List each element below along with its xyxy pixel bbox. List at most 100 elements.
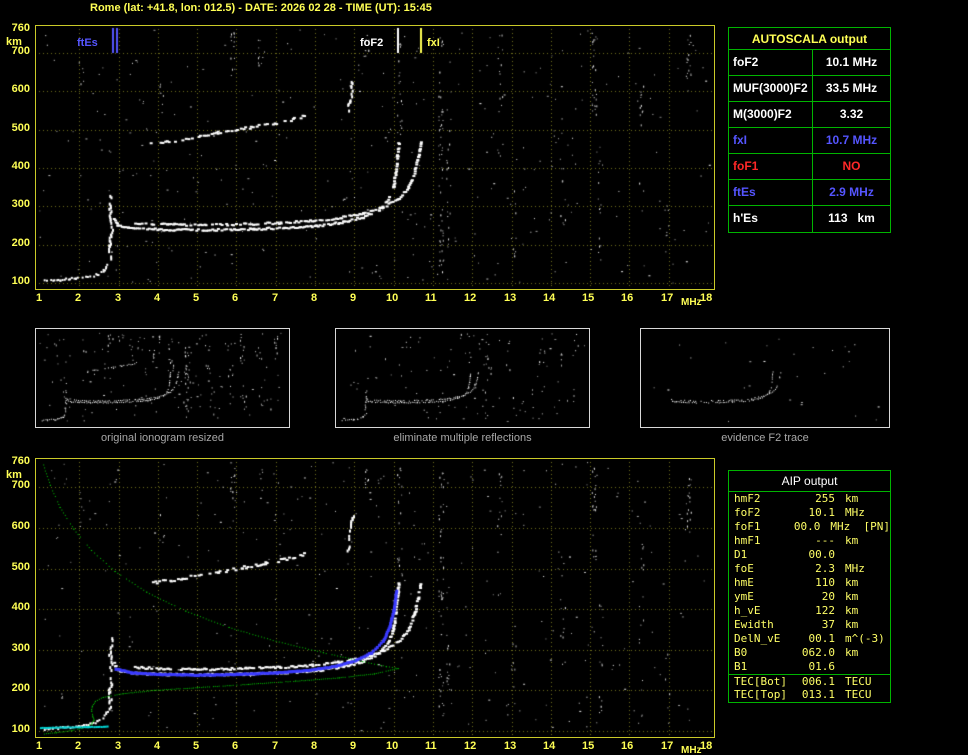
station-date-header: Rome (lat: +41.8, lon: 012.5) - DATE: 20…	[90, 2, 432, 14]
x-tick-label: 14	[543, 740, 556, 752]
aip-row-unit	[835, 548, 890, 562]
profile-plot	[35, 458, 715, 738]
aip-row-label: h_vE	[734, 604, 761, 617]
aip-row-unit: TECU	[845, 675, 872, 688]
aip-row-unit: km	[845, 618, 859, 631]
x-tick-label: 7	[272, 292, 279, 304]
y-tick-label: 100	[11, 275, 30, 287]
aip-row-tec-top: TEC[Top] 013.1 TECU	[729, 688, 890, 702]
aip-row-b0: B0 062.0 km	[729, 646, 890, 660]
thumbnail-f2-caption: evidence F2 trace	[721, 432, 809, 444]
x-tick-label: 13	[504, 740, 517, 752]
marker-label-fxi: fxI	[427, 37, 440, 49]
x-tick-label: 15	[582, 292, 595, 304]
autoscala-app-window: Rome (lat: +41.8, lon: 012.5) - DATE: 20…	[0, 0, 968, 755]
autoscala-row-fof1: foF1 NO	[729, 154, 890, 180]
aip-row-value: 00.0	[808, 548, 836, 561]
autoscala-row-value: 3.32	[839, 107, 864, 121]
aip-row-hmf1: hmF1 --- km	[729, 534, 890, 548]
x-tick-label: 9	[350, 740, 357, 752]
aip-row-label: foE	[734, 562, 754, 575]
aip-row-value: 013.1	[801, 688, 835, 701]
aip-row-hme: hmE 110 km	[729, 576, 890, 590]
aip-row-fof1: foF1 00.0 MHz [PN]	[729, 520, 890, 534]
autoscala-row-label: MUF(3000)F2	[729, 76, 813, 101]
x-tick-label: 10	[386, 740, 399, 752]
x-tick-label: 17	[661, 292, 674, 304]
aip-row-foe: foE 2.3 MHz	[729, 562, 890, 576]
x-tick-label: 1	[36, 292, 43, 304]
aip-row-value: 062.0	[801, 646, 835, 659]
aip-row-value: 006.1	[801, 675, 835, 688]
x-tick-label: 8	[311, 292, 318, 304]
autoscala-row-value: NO	[842, 159, 861, 173]
aip-row-value: 37	[821, 618, 835, 631]
x-tick-label: 12	[464, 292, 477, 304]
aip-row-label: DelN_vE	[734, 632, 781, 645]
aip-row-d1: D1 00.0	[729, 548, 890, 562]
aip-row-unit: km	[845, 590, 859, 603]
aip-row-value: 10.1	[808, 506, 836, 519]
aip-row-unit: km	[845, 534, 859, 547]
x-tick-label: 15	[582, 740, 595, 752]
x-tick-label: 18	[700, 292, 713, 304]
aip-row-label: hmF1	[734, 534, 761, 547]
aip-row-value: 00.1	[808, 632, 836, 645]
x-tick-label: 4	[154, 740, 161, 752]
aip-row-label: foF1	[734, 520, 761, 533]
x-tick-label: 3	[115, 292, 122, 304]
aip-row-unit: km	[845, 492, 859, 505]
autoscala-row-label: ftEs	[729, 180, 813, 205]
autoscala-row-value: 10.1 MHz	[825, 55, 878, 69]
aip-row-unit	[835, 660, 890, 674]
aip-row-label: hmE	[734, 576, 754, 589]
x-axis-unit-label: MHz	[681, 297, 702, 308]
autoscala-row-value: 2.9 MHz	[829, 185, 874, 199]
aip-row-unit: MHz [PN]	[830, 520, 890, 533]
aip-row-label: TEC[Bot]	[734, 675, 787, 688]
ionogram-main-plot	[35, 25, 715, 290]
x-tick-label: 4	[154, 292, 161, 304]
aip-row-hmf2: hmF2 255 km	[729, 492, 890, 506]
x-tick-label: 1	[36, 740, 43, 752]
x-tick-label: 8	[311, 740, 318, 752]
autoscala-row-m-3000-f2: M(3000)F2 3.32	[729, 102, 890, 128]
autoscala-row-label: foF1	[729, 154, 813, 179]
x-tick-label: 5	[193, 292, 200, 304]
ionogram-main-canvas	[36, 26, 714, 289]
profile-plot-canvas	[36, 459, 714, 737]
aip-row-h-ve: h_vE 122 km	[729, 604, 890, 618]
y-tick-label: 300	[11, 198, 30, 210]
autoscala-row-label: fxI	[729, 128, 813, 153]
aip-row-value: 20	[821, 590, 835, 603]
autoscala-row-muf-3000-f2: MUF(3000)F2 33.5 MHz	[729, 76, 890, 102]
x-tick-label: 11	[425, 740, 437, 752]
x-tick-label: 5	[193, 740, 200, 752]
x-tick-label: 9	[350, 292, 357, 304]
x-tick-label: 3	[115, 740, 122, 752]
y-tick-label: 600	[11, 520, 30, 532]
y-axis-unit-label: km	[6, 36, 22, 48]
y-tick-label: 400	[11, 160, 30, 172]
aip-row-yme: ymE 20 km	[729, 590, 890, 604]
aip-output-panel: AIP output hmF2 255 km foF2 10.1 MHz foF1 00.0 M…	[728, 470, 891, 703]
x-tick-label: 16	[621, 740, 634, 752]
aip-row-value: ---	[815, 534, 835, 547]
x-tick-label: 11	[425, 292, 437, 304]
autoscala-row-fxi: fxI 10.7 MHz	[729, 128, 890, 154]
x-tick-label: 13	[504, 292, 517, 304]
autoscala-row-label: M(3000)F2	[729, 102, 813, 127]
x-tick-label: 2	[75, 292, 82, 304]
aip-row-label: ymE	[734, 590, 754, 603]
autoscala-row-ftes: ftEs 2.9 MHz	[729, 180, 890, 206]
aip-row-deln-ve: DelN_vE 00.1 m^(-3)	[729, 632, 890, 646]
x-tick-label: 18	[700, 740, 713, 752]
y-tick-label: 500	[11, 122, 30, 134]
thumbnail-original-canvas	[36, 329, 289, 427]
autoscala-row-h-es: h'Es 113 km	[729, 206, 890, 232]
aip-row-value: 00.0	[793, 520, 821, 533]
aip-row-label: B0	[734, 646, 748, 659]
aip-row-label: B1	[734, 660, 748, 673]
aip-panel-title: AIP output	[729, 471, 890, 492]
autoscala-row-label: h'Es	[729, 206, 813, 232]
